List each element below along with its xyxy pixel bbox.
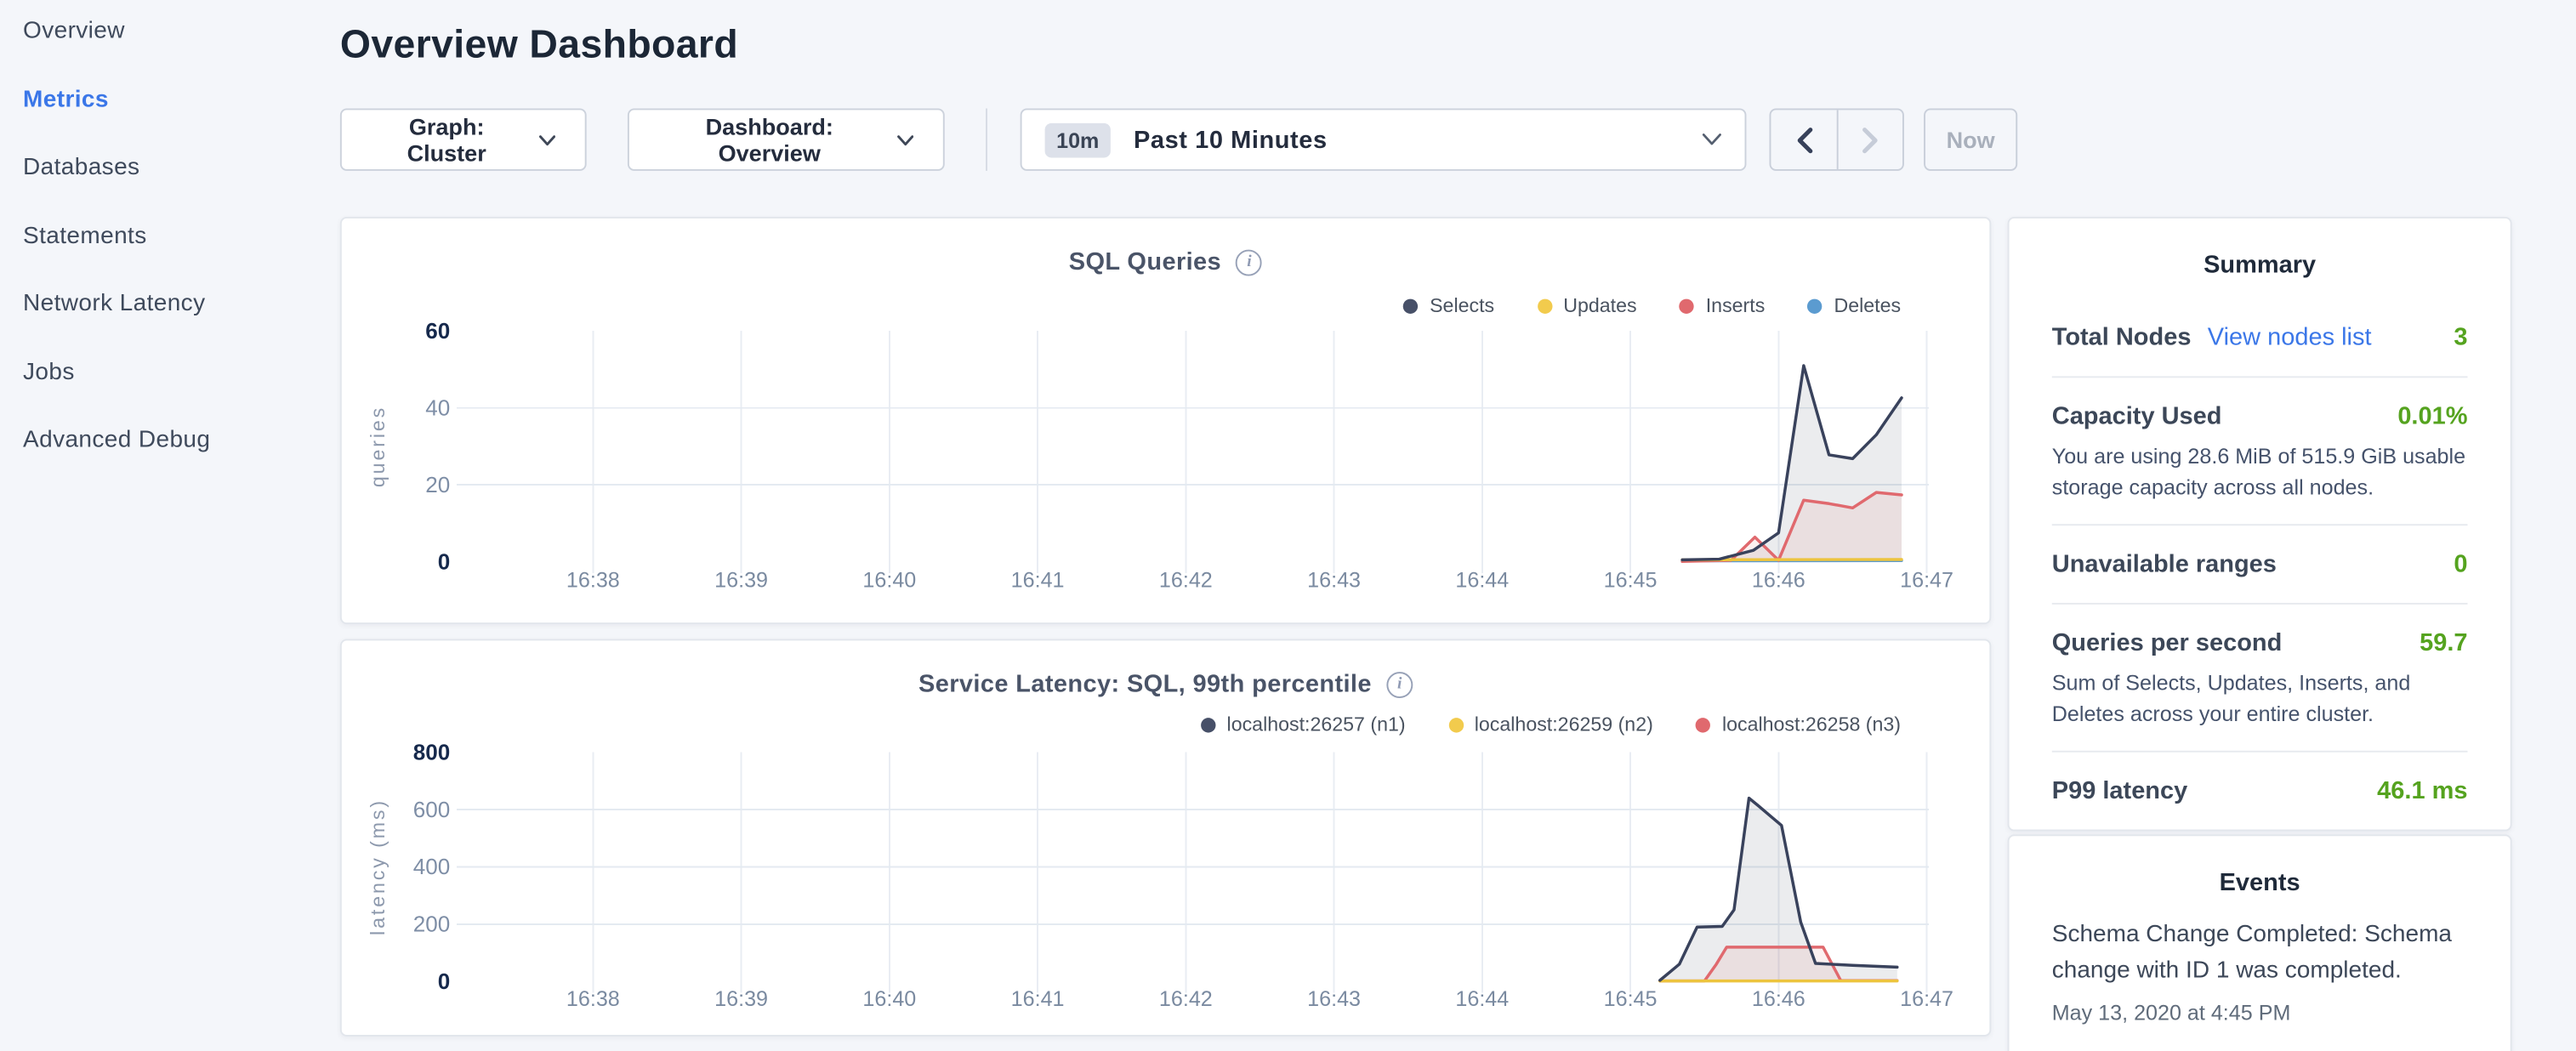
summary-row-total-nodes: Total Nodes View nodes list 3 bbox=[2052, 299, 2468, 377]
events-panel: Events Schema Change Completed: Schema c… bbox=[2008, 834, 2512, 1051]
time-window-pager bbox=[1770, 108, 1904, 170]
summary-label: Unavailable ranges bbox=[2052, 550, 2277, 578]
event-text: Schema Change Completed: Schema change w… bbox=[2052, 917, 2468, 989]
summary-value: 46.1 ms bbox=[2377, 777, 2467, 805]
chevron-down-icon bbox=[896, 134, 913, 145]
page-title: Overview Dashboard bbox=[340, 23, 738, 69]
chart-canvas: 16:38 16:39 16:40 16:41 16:42 16:43 16:44 16:45… bbox=[342, 219, 1993, 626]
svg-text:16:39: 16:39 bbox=[714, 987, 768, 1011]
svg-text:16:38: 16:38 bbox=[566, 987, 620, 1011]
dashboard-selector-dropdown[interactable]: Dashboard: Overview bbox=[628, 108, 945, 170]
db-console-page: Overview Metrics Databases Statements Networ… bbox=[0, 0, 2576, 1051]
summary-label: Total Nodes bbox=[2052, 324, 2192, 352]
sidebar-item-jobs[interactable]: Jobs bbox=[23, 359, 322, 386]
svg-text:16:42: 16:42 bbox=[1159, 987, 1213, 1011]
svg-text:16:47: 16:47 bbox=[1900, 987, 1953, 1011]
svg-text:16:45: 16:45 bbox=[1604, 569, 1658, 593]
summary-value: 0.01% bbox=[2397, 402, 2467, 430]
prev-window-button[interactable] bbox=[1771, 110, 1836, 169]
time-range-label: Past 10 Minutes bbox=[1134, 126, 1328, 154]
sidebar-item-advanced-debug[interactable]: Advanced Debug bbox=[23, 427, 322, 454]
sidebar-item-databases[interactable]: Databases bbox=[23, 155, 322, 182]
sidebar-item-overview[interactable]: Overview bbox=[23, 18, 322, 45]
svg-text:16:46: 16:46 bbox=[1752, 569, 1805, 593]
chart-canvas: 16:38 16:39 16:40 16:41 16:42 16:43 16:44 16:45… bbox=[342, 640, 1993, 1037]
svg-text:0: 0 bbox=[438, 548, 451, 574]
summary-label: P99 latency bbox=[2052, 777, 2187, 805]
svg-text:16:43: 16:43 bbox=[1307, 569, 1361, 593]
chevron-down-icon bbox=[538, 134, 555, 145]
svg-text:600: 600 bbox=[413, 797, 450, 822]
time-range-picker[interactable]: 10m Past 10 Minutes bbox=[1021, 108, 1747, 170]
summary-rows: Total Nodes View nodes list 3 Capacity Used… bbox=[2052, 299, 2468, 830]
svg-text:16:40: 16:40 bbox=[862, 569, 916, 593]
chevron-down-icon bbox=[1702, 133, 1721, 145]
events-list: Schema Change Completed: Schema change w… bbox=[2052, 917, 2468, 1025]
dashboard-selector-label: Dashboard: Overview bbox=[659, 113, 880, 166]
time-range-badge: 10m bbox=[1045, 122, 1111, 157]
svg-text:60: 60 bbox=[425, 318, 450, 344]
summary-title: Summary bbox=[2052, 219, 2468, 299]
svg-text:40: 40 bbox=[425, 395, 450, 420]
next-window-button[interactable] bbox=[1837, 110, 1902, 169]
controls-divider bbox=[986, 108, 987, 170]
graph-selector-label: Graph: Cluster bbox=[372, 113, 522, 166]
summary-note: You are using 28.6 MiB of 515.9 GiB usab… bbox=[2052, 430, 2468, 524]
sidebar-list: Overview Metrics Databases Statements Networ… bbox=[23, 18, 322, 454]
svg-text:16:41: 16:41 bbox=[1011, 987, 1065, 1011]
sidebar-item-metrics[interactable]: Metrics bbox=[23, 86, 322, 113]
summary-row-p99-latency: P99 latency 46.1 ms bbox=[2052, 751, 2468, 830]
svg-text:16:47: 16:47 bbox=[1900, 569, 1953, 593]
svg-text:16:44: 16:44 bbox=[1455, 987, 1509, 1011]
summary-row-unavailable-ranges: Unavailable ranges 0 bbox=[2052, 524, 2468, 603]
svg-text:16:46: 16:46 bbox=[1752, 987, 1805, 1011]
svg-text:200: 200 bbox=[413, 912, 450, 937]
svg-text:16:42: 16:42 bbox=[1159, 569, 1213, 593]
svg-text:latency (ms): latency (ms) bbox=[367, 798, 389, 935]
svg-text:400: 400 bbox=[413, 854, 450, 879]
summary-panel: Summary Total Nodes View nodes list 3 Capac… bbox=[2008, 217, 2512, 831]
summary-row-queries-per-second: Queries per second 59.7Sum of Selects, Up… bbox=[2052, 603, 2468, 751]
svg-text:0: 0 bbox=[438, 969, 451, 994]
svg-text:16:43: 16:43 bbox=[1307, 987, 1361, 1011]
svg-text:800: 800 bbox=[413, 739, 450, 764]
svg-text:16:40: 16:40 bbox=[862, 987, 916, 1011]
svg-text:16:38: 16:38 bbox=[566, 569, 620, 593]
svg-text:16:41: 16:41 bbox=[1011, 569, 1065, 593]
summary-label: Capacity Used bbox=[2052, 402, 2222, 430]
summary-value: 0 bbox=[2454, 550, 2467, 578]
events-title: Events bbox=[2052, 836, 2468, 917]
now-button[interactable]: Now bbox=[1924, 108, 2017, 170]
sidebar-item-network-latency[interactable]: Network Latency bbox=[23, 291, 322, 318]
sql-queries-chart-card: SQL QueriesiSelectsUpdatesInsertsDeletes… bbox=[340, 217, 1991, 624]
svg-text:20: 20 bbox=[425, 472, 450, 497]
summary-value: 59.7 bbox=[2420, 629, 2467, 657]
summary-value: 3 bbox=[2454, 324, 2467, 352]
sidebar-item-statements[interactable]: Statements bbox=[23, 223, 322, 250]
svg-text:16:44: 16:44 bbox=[1455, 569, 1509, 593]
chevron-left-icon bbox=[1794, 126, 1812, 154]
chevron-right-icon bbox=[1862, 126, 1879, 154]
svg-text:16:39: 16:39 bbox=[714, 569, 768, 593]
summary-note: Sum of Selects, Updates, Inserts, and De… bbox=[2052, 657, 2468, 751]
event-timestamp: May 13, 2020 at 4:45 PM bbox=[2052, 1000, 2468, 1025]
svg-text:16:45: 16:45 bbox=[1604, 987, 1658, 1011]
view-nodes-list-link[interactable]: View nodes list bbox=[2208, 324, 2372, 352]
graph-selector-dropdown[interactable]: Graph: Cluster bbox=[340, 108, 587, 170]
summary-row-capacity-used: Capacity Used 0.01%You are using 28.6 MiB… bbox=[2052, 376, 2468, 524]
sidebar-nav: Overview Metrics Databases Statements Networ… bbox=[0, 0, 322, 1051]
svg-text:queries: queries bbox=[367, 406, 389, 487]
summary-label: Queries per second bbox=[2052, 629, 2283, 657]
controls-bar: Graph: Cluster Dashboard: Overview 10m P… bbox=[340, 108, 2017, 170]
service-latency-chart-card: Service Latency: SQL, 99th percentileilo… bbox=[340, 639, 1991, 1036]
